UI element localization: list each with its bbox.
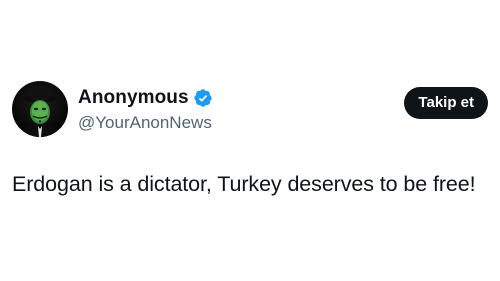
author-identity: Anonymous @YourAnonNews	[78, 86, 213, 133]
tweet-text: Erdogan is a dictator, Turkey deserves t…	[12, 172, 476, 196]
guy-fawkes-mask-icon	[20, 89, 60, 137]
name-row: Anonymous	[78, 86, 213, 110]
verified-badge-icon	[193, 88, 213, 108]
display-name[interactable]: Anonymous	[78, 87, 189, 109]
tweet-card: Anonymous @YourAnonNews Takip et Erdogan…	[0, 0, 500, 281]
follow-button[interactable]: Takip et	[404, 87, 488, 119]
avatar[interactable]	[12, 81, 68, 137]
tweet-header: Anonymous @YourAnonNews Takip et	[12, 81, 488, 139]
author-handle[interactable]: @YourAnonNews	[78, 113, 213, 133]
